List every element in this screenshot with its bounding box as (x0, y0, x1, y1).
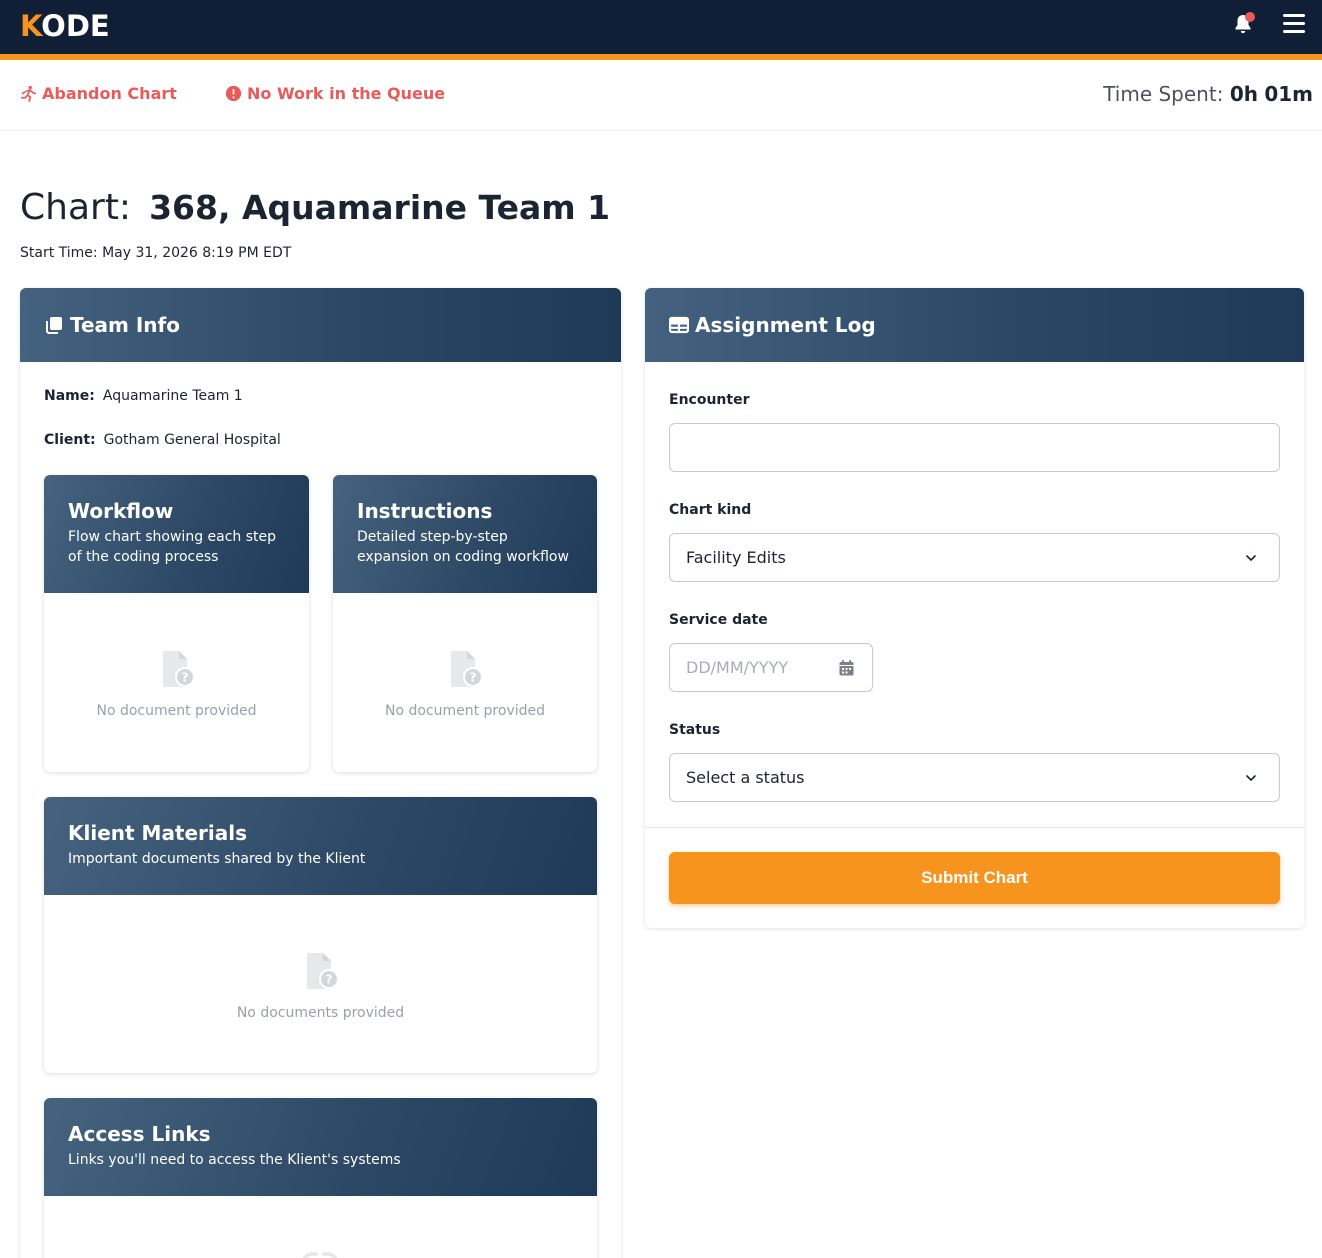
time-spent-label: Time Spent: (1103, 82, 1224, 106)
action-bar: Abandon Chart No Work in the Queue Time … (0, 60, 1322, 131)
klient-materials-empty-text: No documents provided (236, 1005, 405, 1021)
klient-materials-title: Klient Materials (68, 821, 248, 845)
access-links-title: Access Links (68, 1122, 211, 1146)
workflow-title: Workflow (68, 499, 174, 523)
encounter-input[interactable] (669, 423, 1280, 472)
team-client-label: Client: (44, 432, 96, 448)
workflow-subtitle: Flow chart showing each step of the codi… (68, 529, 277, 565)
team-name-row: Name: Aquamarine Team 1 (44, 388, 243, 404)
chart-kind-value: Facility Edits (686, 548, 786, 567)
assignment-log-header: Assignment Log (645, 288, 1304, 362)
team-client-row: Client: Gotham General Hospital (44, 432, 281, 448)
status-label: Status (669, 722, 721, 738)
instructions-subtitle: Detailed step-by-step expansion on codin… (357, 529, 569, 565)
assignment-log-panel: Assignment Log Encounter Chart kind Faci… (645, 288, 1304, 928)
instructions-empty-state: ? No document provided (333, 649, 597, 719)
klient-materials-card[interactable]: Klient Materials Important documents sha… (44, 797, 597, 1073)
access-links-header: Access Links Links you'll need to access… (44, 1098, 597, 1196)
chevron-down-icon (1246, 775, 1256, 781)
team-name-label: Name: (44, 388, 95, 404)
team-info-header: Team Info (20, 288, 621, 362)
status-value: Select a status (686, 768, 805, 787)
klient-materials-empty-state: ? No documents provided (44, 951, 597, 1021)
abandon-chart-button[interactable]: Abandon Chart (20, 84, 177, 103)
page-title: Chart: 368, Aquamarine Team 1 (20, 184, 610, 232)
workflow-card-header: Workflow Flow chart showing each step of… (44, 475, 309, 593)
chart-label: Chart: (20, 187, 132, 228)
instructions-card-header: Instructions Detailed step-by-step expan… (333, 475, 597, 593)
chart-kind-select[interactable]: Facility Edits (669, 533, 1280, 582)
time-spent-minutes: 01m (1264, 82, 1313, 106)
no-work-label: No Work in the Queue (247, 84, 446, 103)
link-icon (302, 1252, 338, 1258)
document-question-icon: ? (451, 651, 483, 687)
instructions-empty-text: No document provided (384, 703, 546, 719)
submit-chart-button[interactable]: Submit Chart (669, 852, 1280, 904)
encounter-label: Encounter (669, 392, 750, 408)
instructions-card[interactable]: Instructions Detailed step-by-step expan… (333, 475, 597, 772)
status-select[interactable]: Select a status (669, 753, 1280, 802)
chevron-down-icon (1246, 555, 1256, 561)
workflow-empty-state: ? No document provided (44, 649, 309, 719)
hamburger-menu-icon[interactable] (1283, 14, 1305, 34)
access-links-card[interactable]: Access Links Links you'll need to access… (44, 1098, 597, 1258)
document-question-icon: ? (306, 953, 339, 989)
table-icon (669, 316, 689, 334)
chart-kind-label: Chart kind (669, 502, 752, 518)
team-name-value: Aquamarine Team 1 (102, 388, 243, 404)
abandon-chart-label: Abandon Chart (42, 84, 177, 103)
access-links-subtitle: Links you'll need to access the Klient's… (68, 1152, 401, 1168)
svg-text:?: ? (181, 671, 188, 685)
start-time: Start Time: May 31, 2026 8:19 PM EDT (20, 245, 292, 261)
assignment-log-title: Assignment Log (695, 313, 876, 337)
svg-text:?: ? (325, 973, 332, 987)
team-info-title: Team Info (70, 313, 180, 337)
copy-documents-icon (46, 317, 62, 334)
team-info-panel: Team Info Name: Aquamarine Team 1 Client:… (20, 288, 621, 1258)
no-work-indicator: No Work in the Queue (225, 84, 445, 103)
workflow-card[interactable]: Workflow Flow chart showing each step of… (44, 475, 309, 772)
form-divider (645, 827, 1304, 828)
svg-text:?: ? (470, 671, 477, 685)
service-date-input[interactable]: DD/MM/YYYY (669, 643, 873, 692)
time-spent-hours: 0h (1229, 82, 1258, 106)
instructions-title: Instructions (357, 499, 493, 523)
klient-materials-subtitle: Important documents shared by the Klient (68, 851, 366, 867)
document-question-icon: ? (162, 651, 195, 687)
service-date-placeholder: DD/MM/YYYY (686, 658, 789, 677)
service-date-label: Service date (669, 612, 768, 628)
calendar-icon[interactable] (839, 660, 854, 676)
notification-dot (1245, 12, 1255, 22)
team-client-value: Gotham General Hospital (103, 432, 281, 448)
kode-logo[interactable]: KODE (20, 8, 110, 44)
klient-materials-header: Klient Materials Important documents sha… (44, 797, 597, 895)
time-spent: Time Spent: 0h 01m (1103, 82, 1313, 106)
alert-circle-icon (225, 85, 242, 102)
running-person-icon (20, 85, 37, 102)
workflow-empty-text: No document provided (96, 703, 257, 719)
top-navbar: KODE (0, 0, 1322, 54)
chart-value: 368, Aquamarine Team 1 (149, 188, 611, 227)
